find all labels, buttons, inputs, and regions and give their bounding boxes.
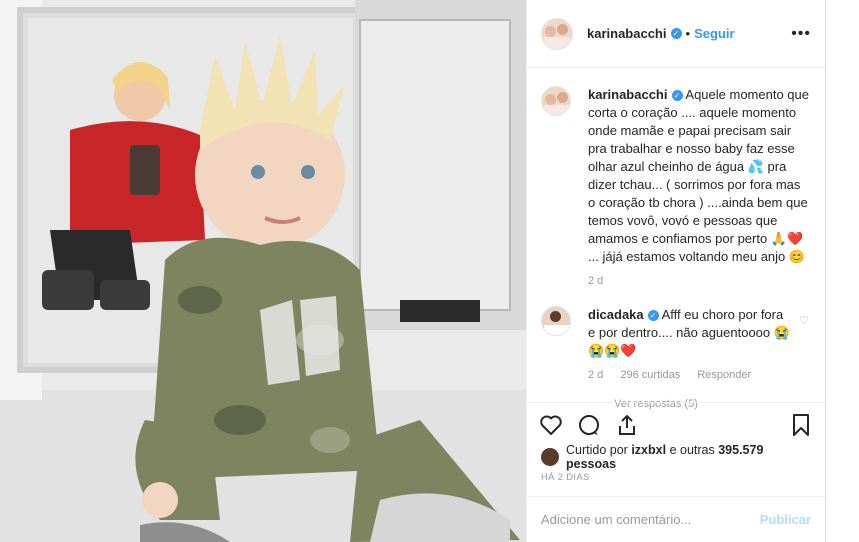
comment-username[interactable]: dicadaka [588,307,644,322]
verified-badge-icon: ✓ [671,90,683,102]
comment-age[interactable]: 2 d [588,369,603,381]
likes-count[interactable]: 395.579 [718,443,763,457]
publish-button[interactable]: Publicar [760,512,811,527]
like-heart-icon[interactable] [539,413,563,437]
comment-like-heart-icon[interactable]: ♡ [799,314,811,384]
comment-item: dicadaka ✓ Afff eu choro por fora e por d… [541,306,811,384]
liked-user[interactable]: izxbxl [631,443,666,457]
caption-item: karinabacchi ✓ Aquele momento que corta o… [541,86,811,290]
action-bar [527,402,825,446]
caption-text: Aquele momento que corta o coração .... … [588,87,809,264]
caption-username[interactable]: karinabacchi [588,87,668,102]
post-photo[interactable] [0,0,526,542]
caption-age[interactable]: 2 d [588,275,603,287]
more-options-icon[interactable]: ••• [791,25,811,43]
follow-button[interactable]: Seguir [694,26,734,41]
comment-avatar[interactable] [541,306,571,336]
comment-composer: Adicione um comentário... Publicar [527,496,825,542]
post-timestamp[interactable]: HÁ 2 DIAS [541,472,590,483]
and-others-text: e outras [669,443,715,457]
post-header: karinabacchi ✓ • Seguir ••• [527,0,825,68]
likes-summary: Curtido por izxbxl e outras 395.579 pess… [541,443,815,471]
comment-bubble-icon[interactable] [577,413,601,437]
comment-input[interactable]: Adicione um comentário... [541,512,760,527]
liked-by-text: Curtido por [566,443,628,457]
share-icon[interactable] [615,413,639,437]
verified-badge-icon: ✓ [647,310,659,322]
comment-likes[interactable]: 296 curtidas [620,369,680,381]
liker-avatar[interactable] [541,448,559,466]
separator-dot: • [685,26,691,41]
reply-button[interactable]: Responder [697,369,751,381]
page-background [826,0,859,542]
author-avatar[interactable] [541,17,573,50]
post-sidebar: karinabacchi ✓ • Seguir ••• karinabacchi… [526,0,826,542]
author-username[interactable]: karinabacchi [587,26,667,41]
bookmark-icon[interactable] [789,413,813,437]
people-text[interactable]: pessoas [566,457,616,471]
photo-illustration [0,0,526,542]
comments-list: karinabacchi ✓ Aquele momento que corta o… [527,68,825,410]
verified-badge-icon: ✓ [670,28,682,39]
caption-avatar[interactable] [541,86,571,116]
